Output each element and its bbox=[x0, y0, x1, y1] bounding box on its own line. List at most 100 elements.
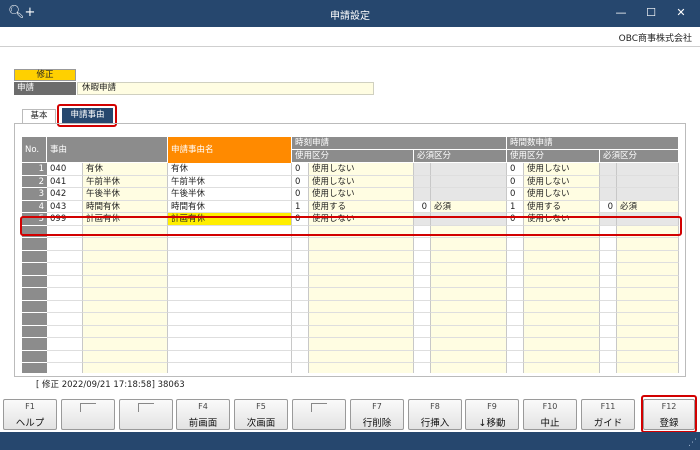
cell-code[interactable]: 099 bbox=[47, 213, 83, 226]
cell-time-usage[interactable]: 使用しない bbox=[309, 163, 414, 176]
cell-reason-name[interactable]: 午前半休 bbox=[168, 175, 292, 188]
row-number bbox=[22, 263, 47, 276]
cell-time-usage bbox=[309, 250, 414, 263]
cell-hours-required[interactable] bbox=[617, 213, 679, 226]
cell-time-usage-code[interactable]: 0 bbox=[292, 213, 309, 226]
cell-reason-name[interactable]: 有休 bbox=[168, 163, 292, 176]
fkey-f9-button[interactable]: F9 ↓移動 bbox=[465, 399, 519, 430]
cell-code[interactable]: 042 bbox=[47, 188, 83, 201]
close-icon[interactable]: ✕ bbox=[672, 4, 690, 22]
cell-time-required[interactable] bbox=[431, 163, 507, 176]
cell-reason-name[interactable]: 計画有休 bbox=[168, 213, 292, 226]
cell-hours-required[interactable]: 必須 bbox=[617, 200, 679, 213]
cell-hours-required-code bbox=[600, 250, 617, 263]
cell-hours-required-code bbox=[600, 225, 617, 238]
cell-reason-name[interactable]: 午後半休 bbox=[168, 188, 292, 201]
cell-hours-usage[interactable]: 使用する bbox=[524, 200, 600, 213]
cell-time-usage bbox=[309, 363, 414, 373]
fkey-f10-button[interactable]: F10 中止 bbox=[523, 399, 577, 430]
row-number[interactable]: 1 bbox=[22, 163, 47, 176]
cell-hours-usage[interactable]: 使用しない bbox=[524, 175, 600, 188]
fkey-empty-button[interactable] bbox=[292, 399, 346, 430]
cell-time-required-code[interactable] bbox=[414, 213, 431, 226]
cell-time-required[interactable] bbox=[431, 188, 507, 201]
fkey-f1-button[interactable]: F1 ヘルプ bbox=[3, 399, 57, 430]
cell-hours-usage-code[interactable]: 1 bbox=[507, 200, 524, 213]
row-number[interactable]: 4 bbox=[22, 200, 47, 213]
request-value: 休暇申請 bbox=[77, 82, 374, 95]
cell-time-usage[interactable]: 使用しない bbox=[309, 175, 414, 188]
fkey-f8-button[interactable]: F8 行挿入 bbox=[408, 399, 462, 430]
cell-reason[interactable]: 午前半休 bbox=[83, 175, 168, 188]
cell-code bbox=[47, 350, 83, 363]
cell-time-usage[interactable]: 使用する bbox=[309, 200, 414, 213]
fkey-blank-mark bbox=[311, 403, 327, 412]
cell-hours-required-code[interactable] bbox=[600, 175, 617, 188]
cell-hours-required[interactable] bbox=[617, 188, 679, 201]
cell-hours-usage-code[interactable]: 0 bbox=[507, 175, 524, 188]
cell-time-required[interactable] bbox=[431, 213, 507, 226]
cell-time-required-code[interactable]: 0 bbox=[414, 200, 431, 213]
cell-time-required-code[interactable] bbox=[414, 175, 431, 188]
cell-hours-usage bbox=[524, 263, 600, 276]
fkey-f4-button[interactable]: F4 前画面 bbox=[176, 399, 230, 430]
cell-reason[interactable]: 計画有休 bbox=[83, 213, 168, 226]
cell-hours-required-code[interactable]: 0 bbox=[600, 200, 617, 213]
cell-hours-usage[interactable]: 使用しない bbox=[524, 188, 600, 201]
cell-reason[interactable]: 有休 bbox=[83, 163, 168, 176]
row-number[interactable]: 5 bbox=[22, 213, 47, 226]
fkey-f12-button[interactable]: F12 登録 bbox=[643, 399, 695, 430]
resize-grip-icon[interactable]: ⋰ bbox=[688, 438, 697, 448]
cell-time-required[interactable]: 必須 bbox=[431, 200, 507, 213]
cell-hours-required[interactable] bbox=[617, 175, 679, 188]
maximize-icon[interactable]: ☐ bbox=[642, 4, 660, 22]
cell-reason-name[interactable]: 時間有休 bbox=[168, 200, 292, 213]
cell-time-usage[interactable]: 使用しない bbox=[309, 213, 414, 226]
cell-time-usage-code[interactable]: 0 bbox=[292, 163, 309, 176]
cell-hours-usage[interactable]: 使用しない bbox=[524, 213, 600, 226]
cell-time-usage-code bbox=[292, 313, 309, 326]
cell-time-usage[interactable]: 使用しない bbox=[309, 188, 414, 201]
tab-request-reason[interactable]: 申請事由 bbox=[62, 108, 113, 123]
cell-time-required-code[interactable] bbox=[414, 188, 431, 201]
cell-hours-required[interactable] bbox=[617, 163, 679, 176]
cell-time-required bbox=[431, 363, 507, 373]
cell-reason bbox=[83, 238, 168, 251]
header-reason-name: 申請事由名 bbox=[168, 137, 292, 163]
minimize-icon[interactable]: — bbox=[612, 4, 630, 22]
row-number[interactable]: 2 bbox=[22, 175, 47, 188]
cell-time-required[interactable] bbox=[431, 175, 507, 188]
cell-reason[interactable]: 時間有休 bbox=[83, 200, 168, 213]
cell-time-usage-code[interactable]: 1 bbox=[292, 200, 309, 213]
row-number bbox=[22, 350, 47, 363]
fkey-f7-button[interactable]: F7 行削除 bbox=[350, 399, 404, 430]
cell-time-usage-code[interactable]: 0 bbox=[292, 188, 309, 201]
cell-time-required-code[interactable] bbox=[414, 163, 431, 176]
fkey-empty-button[interactable] bbox=[119, 399, 173, 430]
cell-code[interactable]: 043 bbox=[47, 200, 83, 213]
cell-hours-usage-code[interactable]: 0 bbox=[507, 213, 524, 226]
status-badge: 修正 bbox=[14, 69, 76, 81]
cell-time-usage-code bbox=[292, 263, 309, 276]
header-time-request: 時刻申請 bbox=[292, 137, 507, 150]
cell-hours-required-code bbox=[600, 300, 617, 313]
fkey-f5-button[interactable]: F5 次画面 bbox=[234, 399, 288, 430]
cell-hours-required-code bbox=[600, 338, 617, 351]
cell-reason[interactable]: 午後半休 bbox=[83, 188, 168, 201]
row-number[interactable]: 3 bbox=[22, 188, 47, 201]
fkey-f11-button[interactable]: F11 ガイド bbox=[581, 399, 635, 430]
cell-hours-required-code[interactable] bbox=[600, 213, 617, 226]
cell-hours-required-code[interactable] bbox=[600, 163, 617, 176]
cell-hours-usage-code[interactable]: 0 bbox=[507, 188, 524, 201]
cell-time-usage-code[interactable]: 0 bbox=[292, 175, 309, 188]
fkey-action-label: 行挿入 bbox=[420, 418, 450, 429]
fkey-empty-button[interactable] bbox=[61, 399, 115, 430]
cell-code[interactable]: 040 bbox=[47, 163, 83, 176]
cell-hours-usage[interactable]: 使用しない bbox=[524, 163, 600, 176]
cell-code[interactable]: 041 bbox=[47, 175, 83, 188]
cell-hours-required-code[interactable] bbox=[600, 188, 617, 201]
tab-basic[interactable]: 基本 bbox=[22, 109, 56, 123]
cell-hours-usage-code[interactable]: 0 bbox=[507, 163, 524, 176]
cell-hours-usage bbox=[524, 238, 600, 251]
cell-time-required-code bbox=[414, 225, 431, 238]
